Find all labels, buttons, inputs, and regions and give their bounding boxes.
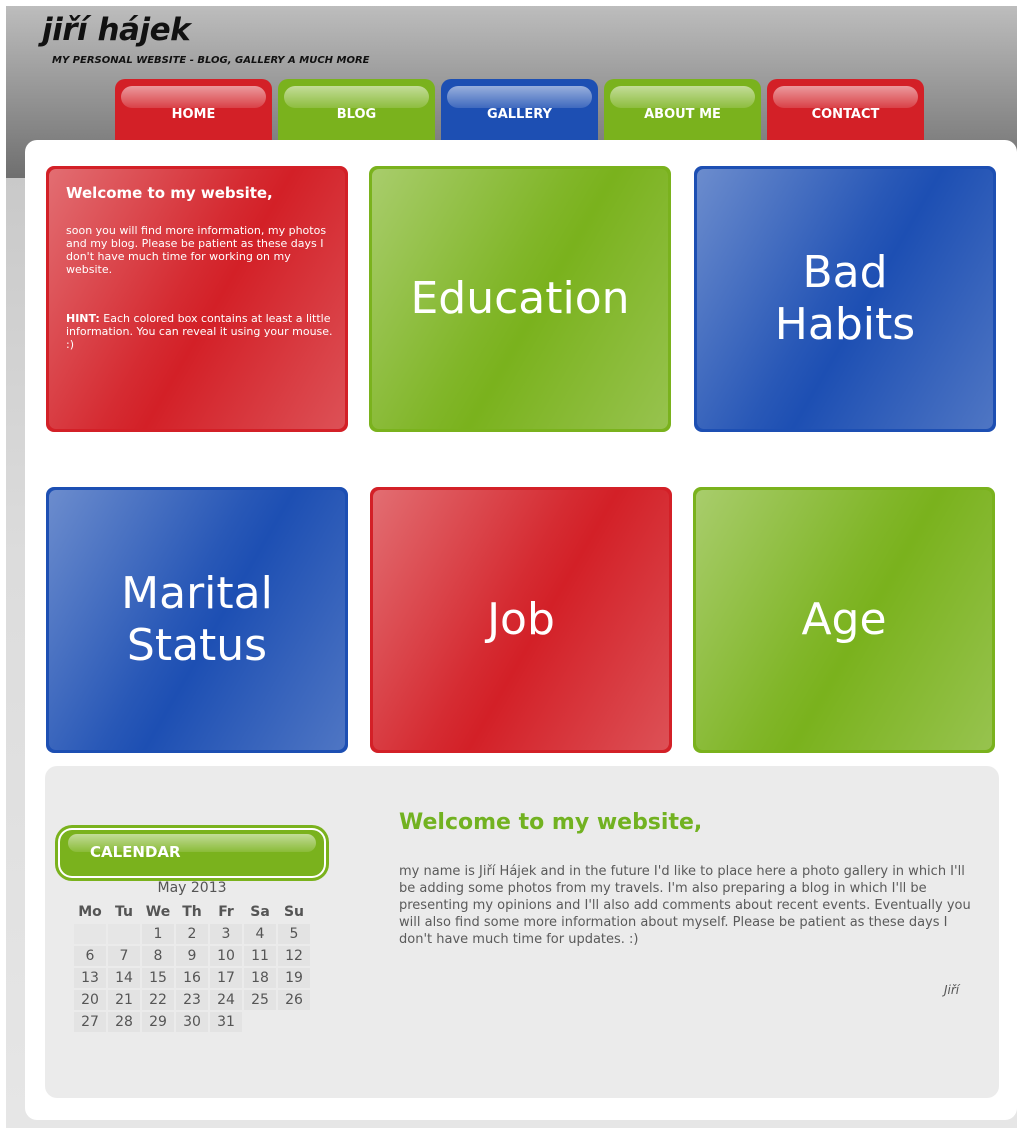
calendar-day: 27 — [74, 1012, 106, 1032]
nav-home[interactable]: HOME — [115, 79, 272, 141]
calendar-day: 7 — [108, 946, 140, 966]
welcome-tile-text: soon you will find more information, my … — [66, 224, 327, 276]
nav-gloss — [447, 86, 592, 108]
calendar-title: CALENDAR — [90, 843, 181, 861]
education-tile[interactable]: Education — [369, 166, 671, 432]
calendar-day: 26 — [278, 990, 310, 1010]
calendar-day: 22 — [142, 990, 174, 1010]
nav-blog[interactable]: BLOG — [278, 79, 435, 141]
marital-status-label: Marital Status — [121, 568, 273, 671]
calendar-week: 20 21 22 23 24 25 26 — [74, 990, 310, 1010]
tile-gloss — [49, 169, 345, 429]
calendar-day — [74, 924, 106, 944]
calendar-day: 29 — [142, 1012, 174, 1032]
welcome-tile-hint: HINT: Each colored box contains at least… — [66, 312, 338, 351]
calendar-day: 3 — [210, 924, 242, 944]
calendar-day: 11 — [244, 946, 276, 966]
weekday-we: We — [145, 904, 171, 920]
age-label: Age — [801, 594, 887, 645]
weekday-fr: Fr — [218, 904, 234, 920]
calendar-weekday-row: Mo Tu We Th Fr Sa Su — [74, 902, 310, 922]
welcome-tile-heading: Welcome to my website, — [66, 184, 273, 202]
hint-label: HINT: — [66, 312, 100, 325]
calendar-day: 15 — [142, 968, 174, 988]
nav-home-label: HOME — [171, 107, 216, 122]
nav-gloss — [610, 86, 755, 108]
marital-status-tile[interactable]: Marital Status — [46, 487, 348, 753]
calendar-day: 30 — [176, 1012, 208, 1032]
calendar-day: 9 — [176, 946, 208, 966]
weekday-tu: Tu — [115, 904, 133, 920]
calendar-day: 25 — [244, 990, 276, 1010]
nav-about-me-label: ABOUT ME — [644, 107, 721, 122]
site-title: jiří hájek — [42, 12, 191, 48]
nav-gloss — [773, 86, 918, 108]
weekday-th: Th — [182, 904, 202, 920]
calendar-month: May 2013 — [157, 880, 227, 896]
bad-habits-tile[interactable]: Bad Habits — [694, 166, 996, 432]
nav-gloss — [121, 86, 266, 108]
education-label: Education — [410, 273, 630, 324]
weekday-sa: Sa — [250, 904, 270, 920]
job-tile[interactable]: Job — [370, 487, 672, 753]
main-paragraph: my name is Jiří Hájek and in the future … — [399, 864, 971, 947]
calendar-week: 1 2 3 4 5 — [74, 924, 310, 944]
calendar-day: 23 — [176, 990, 208, 1010]
job-label: Job — [487, 594, 555, 645]
main-heading: Welcome to my website, — [399, 810, 703, 835]
calendar-day: 8 — [142, 946, 174, 966]
calendar-day: 17 — [210, 968, 242, 988]
calendar-day: 20 — [74, 990, 106, 1010]
calendar-day: 28 — [108, 1012, 140, 1032]
nav-contact-label: CONTACT — [811, 107, 880, 122]
calendar-day: 16 — [176, 968, 208, 988]
calendar-day: 12 — [278, 946, 310, 966]
calendar-day: 4 — [244, 924, 276, 944]
nav-gallery-label: GALLERY — [487, 107, 552, 122]
nav-about-me[interactable]: ABOUT ME — [604, 79, 761, 141]
calendar-day: 1 — [142, 924, 174, 944]
calendar-header: CALENDAR — [58, 828, 326, 878]
bad-habits-label: Bad Habits — [774, 247, 916, 350]
site-subtitle: MY PERSONAL WEBSITE - BLOG, GALLERY A MU… — [52, 55, 370, 66]
calendar-day — [108, 924, 140, 944]
calendar-day: 5 — [278, 924, 310, 944]
weekday-mo: Mo — [78, 904, 102, 920]
hint-text: Each colored box contains at least a lit… — [66, 312, 333, 351]
weekday-su: Su — [283, 904, 305, 920]
calendar-day: 14 — [108, 968, 140, 988]
calendar-day: 18 — [244, 968, 276, 988]
signature: Jiří — [944, 983, 960, 997]
calendar-week: 27 28 29 30 31 — [74, 1012, 310, 1032]
calendar-day: 24 — [210, 990, 242, 1010]
calendar-week: 6 7 8 9 10 11 12 — [74, 946, 310, 966]
calendar-day: 10 — [210, 946, 242, 966]
nav-contact[interactable]: CONTACT — [767, 79, 924, 141]
calendar-week: 13 14 15 16 17 18 19 — [74, 968, 310, 988]
welcome-tile[interactable]: Welcome to my website, soon you will fin… — [46, 166, 348, 432]
calendar-day: 13 — [74, 968, 106, 988]
calendar-day: 2 — [176, 924, 208, 944]
calendar-day: 21 — [108, 990, 140, 1010]
calendar-day: 19 — [278, 968, 310, 988]
nav-gloss — [284, 86, 429, 108]
nav-gallery[interactable]: GALLERY — [441, 79, 598, 141]
nav-blog-label: BLOG — [336, 107, 377, 122]
calendar-day: 6 — [74, 946, 106, 966]
calendar-table: Mo Tu We Th Fr Sa Su 1 2 3 4 5 6 7 8 9 1… — [72, 900, 312, 1034]
calendar-day: 31 — [210, 1012, 242, 1032]
age-tile[interactable]: Age — [693, 487, 995, 753]
